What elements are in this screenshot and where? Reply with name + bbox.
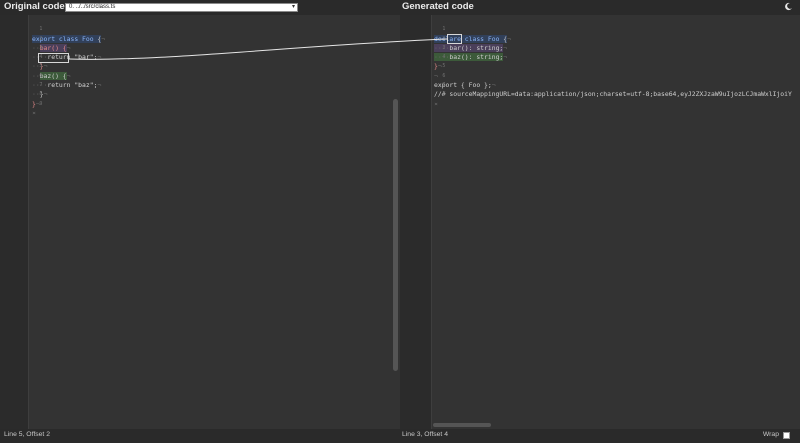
code-line: 8 }¬ <box>32 91 43 108</box>
code-line: 8 ¤ <box>434 91 446 108</box>
code-line: 6 ····return "baz";¬ <box>32 72 102 90</box>
mapping-highlight-box[interactable] <box>447 34 462 44</box>
code-line: 1 export class Foo {¬ <box>32 26 106 43</box>
original-cursor-position: Line 5, Offset 2 <box>4 431 50 438</box>
code-line: 6 export { Foo };¬ <box>434 72 496 90</box>
code-line: 4 }¬ <box>434 54 446 71</box>
generated-code-pane[interactable]: 1 declare class Foo {¬ 2 ····bar(): stri… <box>400 15 800 429</box>
code-line: 3 ····return "bar";¬ <box>32 44 102 62</box>
mapping-highlight-box[interactable] <box>38 53 69 63</box>
code-line: 3 ····baz(): string;¬ <box>434 44 508 62</box>
file-select-value: 0. ../../src/class.ts <box>69 4 116 10</box>
original-code-pane[interactable]: 1 export class Foo {¬ 2 ··bar() {¬ 3 ···… <box>0 15 399 429</box>
original-scrollbar[interactable] <box>393 99 398 371</box>
code-line: 2 ····bar(): string;¬ <box>434 35 508 52</box>
status-bar: Line 5, Offset 2 Line 3, Offset 4 Wrap <box>0 429 800 443</box>
original-code-title: Original code <box>4 1 65 12</box>
file-select[interactable]: 0. ../../src/class.ts ▾ <box>65 3 298 12</box>
code-line: 1 declare class Foo {¬ <box>434 26 511 43</box>
header-bar: Original code 0. ../../src/class.ts ▾ Ge… <box>0 0 800 15</box>
wrap-checkbox[interactable] <box>783 432 790 439</box>
code-line: 2 ··bar() {¬ <box>32 35 71 52</box>
code-line: 5 ¬ <box>434 63 446 80</box>
generated-scrollbar[interactable] <box>433 423 491 427</box>
code-line: 5 ··baz() {¬ <box>32 63 71 80</box>
code-line: 7 //# sourceMappingURL=data:application/… <box>434 82 792 99</box>
code-line: 9 ¤ <box>32 100 43 117</box>
wrap-label: Wrap <box>762 431 779 438</box>
code-line: 4 ··}¬ <box>32 54 48 71</box>
generated-code-title: Generated code <box>402 1 474 12</box>
code-line: 7 ··}¬ <box>32 82 48 99</box>
generated-cursor-position: Line 3, Offset 4 <box>402 431 448 438</box>
moon-icon[interactable] <box>784 2 793 11</box>
chevron-down-icon: ▾ <box>291 4 295 10</box>
